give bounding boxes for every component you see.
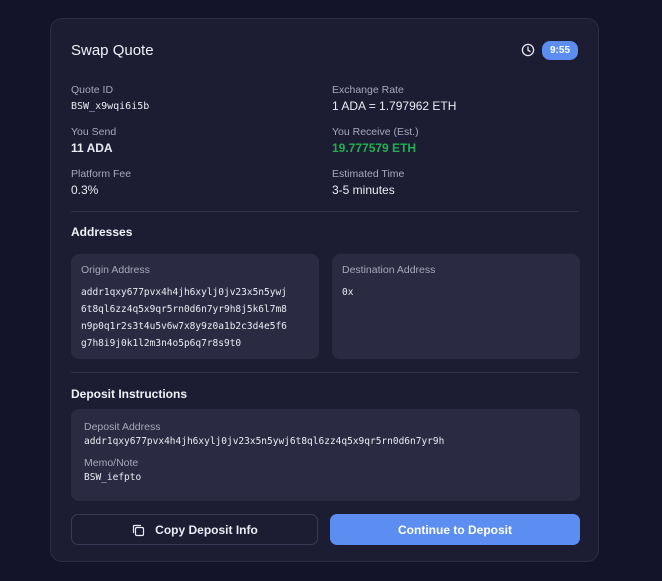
destination-address-value: 0x xyxy=(342,287,354,298)
estimated-time-field: Estimated Time 3-5 minutes xyxy=(332,168,404,198)
deposit-address-value: addr1qxy677pvx4h4jh6xylj0jv23x5n5ywj6t8q… xyxy=(84,436,445,447)
origin-address-line: n9p0q1r2s3t4u5v6w7x8y9z0a1b2c3d4e5f6 xyxy=(81,321,287,332)
platform-fee-field: Platform Fee 0.3% xyxy=(71,168,131,198)
divider xyxy=(71,372,578,373)
destination-address-label: Destination Address xyxy=(342,264,436,276)
addresses-title: Addresses xyxy=(71,225,133,239)
origin-address-label: Origin Address xyxy=(81,264,150,276)
swap-quote-card: Swap Quote 9:55 Quote ID BSW_x9wqi6i5b E… xyxy=(50,18,599,562)
copy-icon xyxy=(133,524,145,536)
exchange-rate-label: Exchange Rate xyxy=(332,84,404,96)
estimated-time-label: Estimated Time xyxy=(332,168,405,180)
you-receive-label: You Receive (Est.) xyxy=(332,126,419,138)
you-receive-value: 19.777579 ETH xyxy=(332,141,417,155)
you-receive-field: You Receive (Est.) 19.777579 ETH xyxy=(332,126,419,156)
divider xyxy=(71,211,578,212)
deposit-address-label: Deposit Address xyxy=(84,421,161,433)
copy-deposit-info-button[interactable]: Copy Deposit Info xyxy=(71,514,318,545)
origin-address-line: addr1qxy677pvx4h4jh6xylj0jv23x5n5ywj xyxy=(81,287,287,298)
continue-to-deposit-button[interactable]: Continue to Deposit xyxy=(330,514,580,545)
copy-deposit-info-label: Copy Deposit Info xyxy=(155,522,258,537)
exchange-rate-value: 1 ADA = 1.797962 ETH xyxy=(332,99,457,113)
you-send-value: 11 ADA xyxy=(71,141,113,155)
card-header: Swap Quote 9:55 xyxy=(71,39,578,61)
destination-address-box: Destination Address 0x xyxy=(332,254,580,359)
quote-timer: 9:55 xyxy=(521,40,578,60)
platform-fee-label: Platform Fee xyxy=(71,168,132,180)
exchange-rate-field: Exchange Rate 1 ADA = 1.797962 ETH xyxy=(332,84,456,114)
quote-id-field: Quote ID BSW_x9wqi6i5b xyxy=(71,84,149,114)
memo-label: Memo/Note xyxy=(84,457,139,469)
platform-fee-value: 0.3% xyxy=(71,183,99,197)
memo-value: BSW_iefpto xyxy=(84,472,142,483)
origin-address-value: addr1qxy677pvx4h4jh6xylj0jv23x5n5ywj 6t8… xyxy=(81,284,309,352)
deposit-instructions-title: Deposit Instructions xyxy=(71,387,188,401)
origin-address-line: 6t8ql6zz4q5x9qr5rn0d6n7yr9h8j5k6l7m8 xyxy=(81,304,287,315)
quote-id-label: Quote ID xyxy=(71,84,114,96)
quote-id-value: BSW_x9wqi6i5b xyxy=(71,101,150,112)
you-send-field: You Send 11 ADA xyxy=(71,126,116,156)
deposit-instructions-box: Deposit Address addr1qxy677pvx4h4jh6xylj… xyxy=(71,409,580,501)
continue-to-deposit-label: Continue to Deposit xyxy=(398,522,512,537)
timer-badge: 9:55 xyxy=(541,40,578,60)
estimated-time-value: 3-5 minutes xyxy=(332,183,395,197)
card-title: Swap Quote xyxy=(71,41,154,59)
origin-address-line: g7h8i9j0k1l2m3n4o5p6q7r8s9t0 xyxy=(81,338,242,349)
you-send-label: You Send xyxy=(71,126,117,138)
clock-icon xyxy=(521,43,535,57)
origin-address-box: Origin Address addr1qxy677pvx4h4jh6xylj0… xyxy=(71,254,319,359)
